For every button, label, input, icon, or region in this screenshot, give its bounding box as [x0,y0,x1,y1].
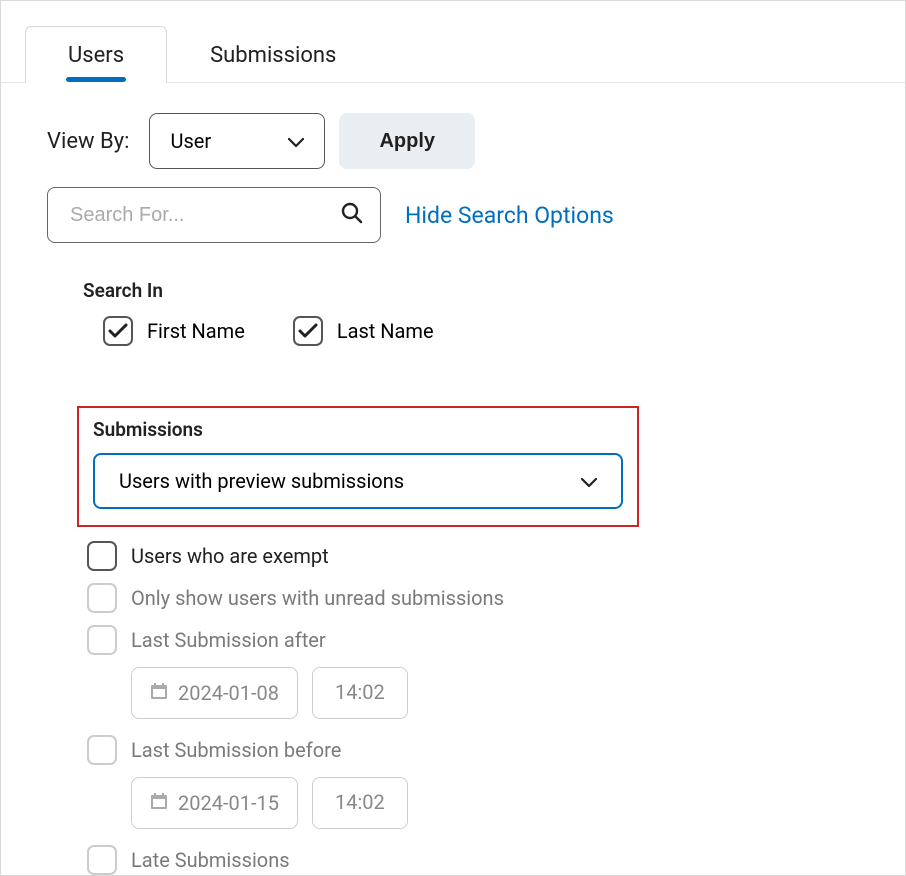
after-checkbox[interactable] [87,625,117,655]
before-label: Last Submission before [131,738,341,762]
after-date-value: 2024-01-08 [178,681,279,705]
viewby-selected: User [170,129,211,153]
first-name-label: First Name [147,319,245,343]
filter-list: Users who are exempt Only show users wit… [87,541,859,875]
late-checkbox[interactable] [87,845,117,875]
viewby-select[interactable]: User [149,113,325,169]
viewby-row: View By: User Apply [47,113,859,169]
before-date-value: 2024-01-15 [178,791,279,815]
before-checkbox[interactable] [87,735,117,765]
filter-unread: Only show users with unread submissions [87,583,859,613]
chevron-down-icon [288,129,304,153]
exempt-label: Users who are exempt [131,544,329,568]
filter-after: Last Submission after [87,625,859,655]
app-container: Users Submissions View By: User Apply Hi… [0,0,906,876]
late-label: Late Submissions [131,848,290,872]
calendar-icon [150,681,168,705]
search-icon[interactable] [340,201,364,229]
filter-late: Late Submissions [87,845,859,875]
submissions-highlight-box: Submissions Users with preview submissio… [77,406,639,527]
last-name-check-item: Last Name [293,316,434,346]
search-in-checkboxes: First Name Last Name [103,316,859,346]
unread-checkbox[interactable] [87,583,117,613]
calendar-icon [150,791,168,815]
before-date-input[interactable]: 2024-01-15 [131,777,298,829]
viewby-label: View By: [47,129,129,154]
after-date-row: 2024-01-08 14:02 [131,667,859,719]
exempt-checkbox[interactable] [87,541,117,571]
last-name-label: Last Name [337,319,434,343]
submissions-selected: Users with preview submissions [119,469,404,493]
after-time-input[interactable]: 14:02 [312,667,408,719]
tab-submissions[interactable]: Submissions [167,26,379,82]
before-time-value: 14:02 [335,790,385,814]
after-label: Last Submission after [131,628,326,652]
content-area: View By: User Apply Hide Search Options … [1,83,905,875]
last-name-checkbox[interactable] [293,316,323,346]
check-icon [298,323,318,339]
after-time-value: 14:02 [335,680,385,704]
search-box[interactable] [47,187,381,243]
first-name-checkbox[interactable] [103,316,133,346]
search-in-label: Search In [83,279,859,302]
after-date-input[interactable]: 2024-01-08 [131,667,298,719]
apply-button[interactable]: Apply [339,113,475,169]
before-time-input[interactable]: 14:02 [312,777,408,829]
chevron-down-icon [581,469,597,493]
before-date-row: 2024-01-15 14:02 [131,777,859,829]
tab-users[interactable]: Users [25,26,167,83]
hide-search-options-link[interactable]: Hide Search Options [405,202,614,229]
search-input[interactable] [70,204,340,227]
filter-exempt: Users who are exempt [87,541,859,571]
first-name-check-item: First Name [103,316,245,346]
submissions-label: Submissions [93,418,623,441]
unread-label: Only show users with unread submissions [131,586,504,610]
submissions-select[interactable]: Users with preview submissions [93,453,623,509]
filter-before: Last Submission before [87,735,859,765]
check-icon [108,323,128,339]
search-row: Hide Search Options [47,187,859,243]
tab-bar: Users Submissions [1,1,905,83]
